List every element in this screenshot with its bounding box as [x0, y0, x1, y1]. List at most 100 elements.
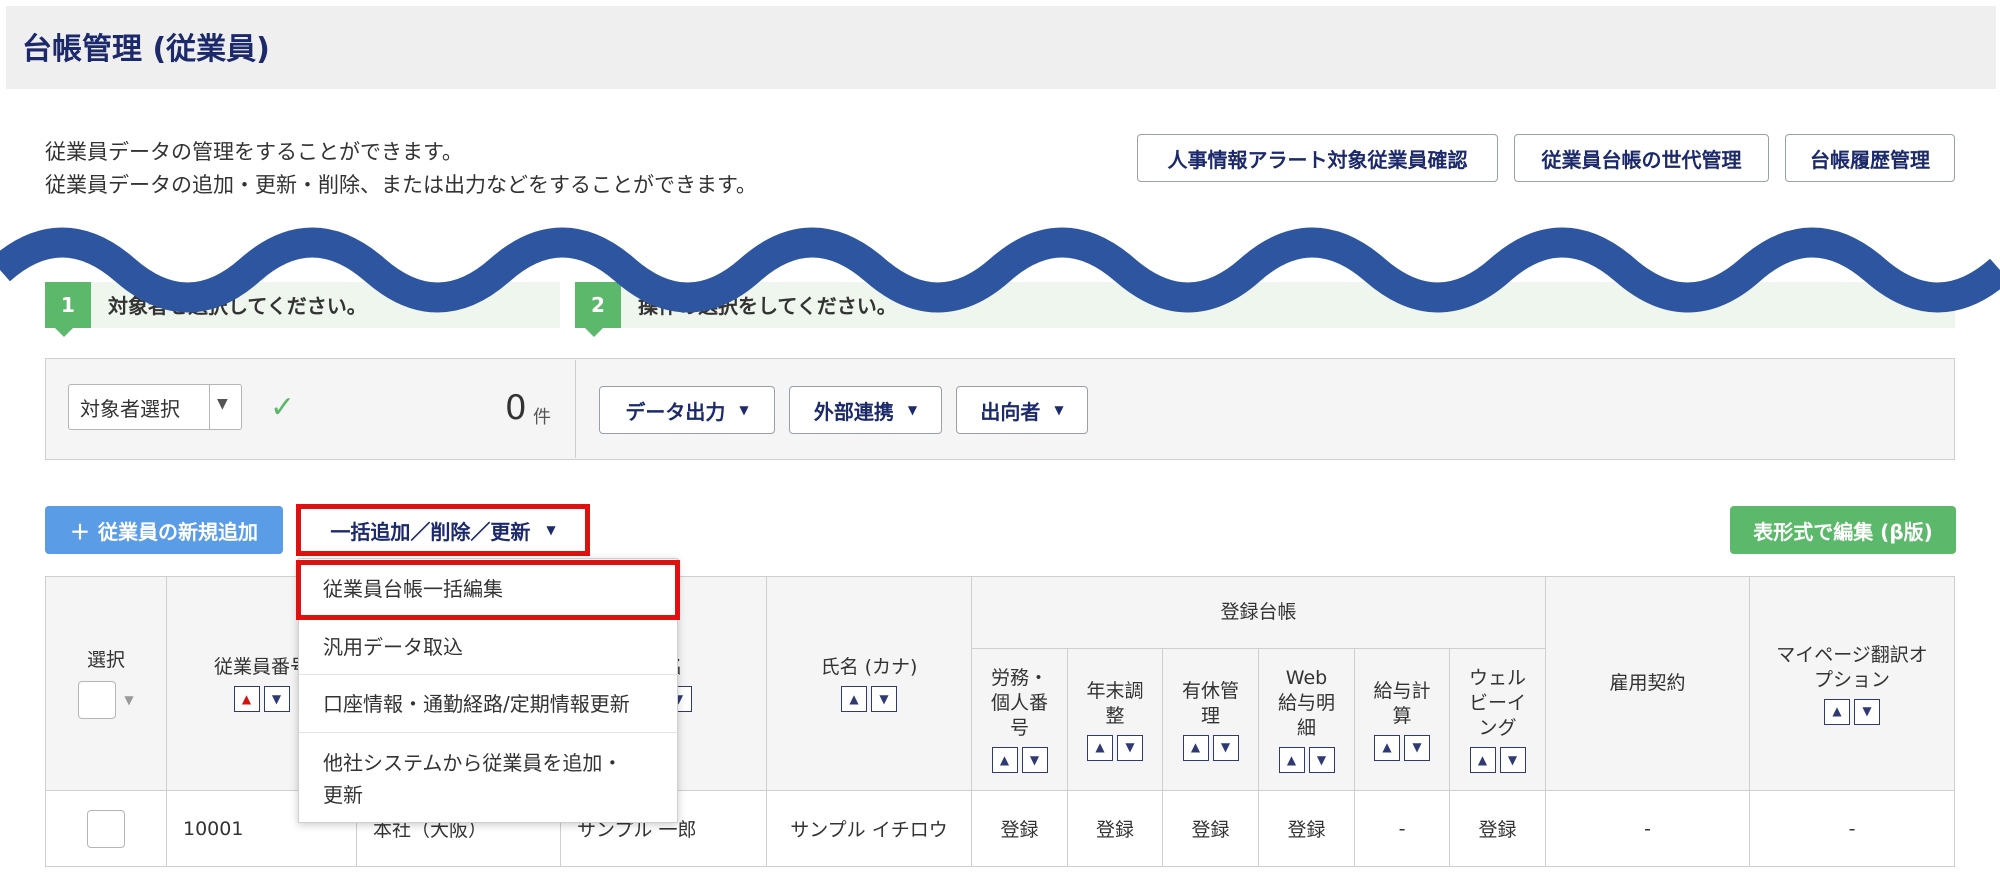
table-edit-button[interactable]: 表形式で編集 (β版) [1730, 506, 1956, 554]
header-mypage: マイページ翻訳オ プション ▲ ▼ [1750, 577, 1955, 791]
sort-asc-icon[interactable]: ▲ [1824, 698, 1850, 725]
ledger-history-button[interactable]: 台帳履歴管理 [1785, 134, 1955, 182]
header-bar [6, 6, 1996, 89]
header-well-line2: ビーイ [1468, 692, 1526, 714]
row-labor: 登録 [972, 791, 1068, 867]
row-checkbox[interactable] [87, 809, 125, 848]
header-web-line3: 細 [1296, 717, 1316, 739]
header-kana-label: 氏名 (カナ) [820, 656, 918, 678]
header-labor: 労務・ 個人番 号 ▲ ▼ [972, 649, 1068, 791]
row-year-end: 登録 [1068, 791, 1163, 867]
seconded-button[interactable]: 出向者 ▼ [956, 386, 1088, 434]
sort-asc-icon[interactable]: ▲ [841, 686, 867, 712]
sort-desc-icon[interactable]: ▼ [1854, 698, 1880, 725]
sort-asc-icon[interactable]: ▲ [1469, 747, 1496, 773]
row-contract: - [1546, 791, 1750, 867]
header-well-line3: ング [1478, 717, 1517, 739]
header-select: 選択 ▼ [45, 577, 167, 791]
header-paid-line1: 有休管 [1181, 679, 1239, 702]
row-kana: サンプル イチロウ [767, 791, 972, 867]
sort-desc-icon[interactable]: ▼ [1499, 747, 1526, 773]
header-pay-line1: 給与計 [1373, 679, 1431, 702]
header-paid-line2: 理 [1200, 704, 1220, 727]
check-icon: ✓ [270, 390, 296, 425]
external-link-button[interactable]: 外部連携 ▼ [789, 386, 942, 434]
table-row-select [45, 791, 167, 867]
sort-asc-icon[interactable]: ▲ [233, 686, 260, 712]
generation-management-button[interactable]: 従業員台帳の世代管理 [1514, 134, 1769, 182]
header-pay-line2: 算 [1392, 704, 1412, 727]
header-well-line1: ウェル [1468, 667, 1526, 689]
row-paid-leave: 登録 [1163, 791, 1259, 867]
dropdown-item-account-update[interactable]: 口座情報・通勤経路/定期情報更新 [299, 675, 679, 733]
header-kana: 氏名 (カナ) ▲ ▼ [767, 577, 972, 791]
dropdown-item-external-line2: 更新 [323, 783, 363, 807]
sort-asc-icon[interactable]: ▲ [991, 747, 1018, 773]
sort-asc-icon[interactable]: ▲ [1374, 734, 1400, 761]
caret-down-icon[interactable]: ▼ [124, 688, 133, 713]
sort-desc-icon[interactable]: ▼ [263, 686, 290, 712]
header-mypage-line2: プション [1813, 668, 1890, 691]
combo-separator [209, 384, 210, 430]
bulk-operation-button[interactable]: 一括追加／削除／更新 ▼ [296, 504, 590, 556]
sort-desc-icon[interactable]: ▼ [1021, 747, 1048, 773]
header-ledger-group: 登録台帳 [972, 577, 1546, 649]
header-select-label: 選択 [86, 649, 125, 671]
dropdown-item-generic-import[interactable]: 汎用データ取込 [299, 619, 679, 675]
page-title: 台帳管理 (従業員) [22, 32, 270, 67]
page-description: 従業員データの管理をすることができます。 従業員データの追加・更新・削除、または… [45, 136, 757, 202]
header-emp-no-label: 従業員番号 [213, 656, 309, 678]
header-year-line1: 年末調 [1086, 679, 1144, 702]
header-year-end: 年末調 整 ▲ ▼ [1068, 649, 1163, 791]
description-line-1: 従業員データの管理をすることができます。 [45, 140, 463, 164]
target-select-label: 対象者選択 [80, 397, 180, 421]
sort-desc-icon[interactable]: ▼ [871, 686, 897, 712]
panel-divider [575, 360, 576, 458]
data-output-button[interactable]: データ出力 ▼ [599, 386, 775, 434]
header-wellbeing: ウェル ビーイ ング ▲ ▼ [1450, 649, 1546, 791]
header-labor-line1: 労務・ [990, 667, 1048, 689]
header-web-payslip: Web 給与明 細 ▲ ▼ [1259, 649, 1355, 791]
add-employee-label: 従業員の新規追加 [98, 519, 258, 544]
sort-desc-icon[interactable]: ▼ [1212, 734, 1239, 761]
sort-asc-icon[interactable]: ▲ [1278, 747, 1305, 773]
wave-separator [0, 227, 2000, 313]
header-paid-leave: 有休管 理 ▲ ▼ [1163, 649, 1259, 791]
sort-asc-icon[interactable]: ▲ [1182, 734, 1209, 761]
header-ledger-group-label: 登録台帳 [1220, 601, 1297, 623]
caret-down-icon: ▼ [907, 403, 918, 417]
caret-down-icon: ▼ [546, 523, 556, 537]
alert-employees-button[interactable]: 人事情報アラート対象従業員確認 [1137, 134, 1498, 182]
plus-icon: ＋ [70, 519, 90, 544]
row-web-payslip: 登録 [1259, 791, 1355, 867]
sort-desc-icon[interactable]: ▼ [1117, 734, 1143, 761]
header-year-line2: 整 [1105, 704, 1125, 727]
header-payroll: 給与計 算 ▲ ▼ [1355, 649, 1450, 791]
caret-down-icon: ▼ [1054, 403, 1064, 417]
caret-down-icon: ▼ [739, 403, 749, 417]
row-mypage: - [1750, 791, 1955, 867]
external-link-label: 外部連携 [813, 399, 894, 424]
sort-desc-icon[interactable]: ▼ [1404, 734, 1430, 761]
dropdown-item-external-system[interactable]: 他社システムから従業員を追加・ 更新 [299, 733, 679, 823]
dropdown-highlight-frame [296, 560, 680, 620]
row-wellbeing: 登録 [1450, 791, 1546, 867]
header-contract-label: 雇用契約 [1609, 672, 1686, 694]
dropdown-item-external-line1: 他社システムから従業員を追加・ [323, 751, 623, 775]
selected-count: 0 [505, 388, 527, 428]
sort-desc-icon[interactable]: ▼ [1308, 747, 1335, 773]
header-web-line1: Web [1285, 667, 1328, 689]
header-mypage-line1: マイページ翻訳オ [1776, 643, 1928, 666]
header-contract: 雇用契約 [1546, 577, 1750, 791]
sort-asc-icon[interactable]: ▲ [1087, 734, 1113, 761]
row-payroll: - [1355, 791, 1450, 867]
header-web-line2: 給与明 [1277, 692, 1335, 714]
select-all-checkbox[interactable] [78, 681, 117, 719]
bulk-operation-label: 一括追加／削除／更新 [330, 519, 531, 544]
data-output-label: データ出力 [625, 399, 726, 424]
seconded-label: 出向者 [980, 399, 1041, 424]
add-employee-button[interactable]: ＋ 従業員の新規追加 [45, 506, 283, 554]
caret-down-icon[interactable]: ▼ [217, 396, 228, 412]
description-line-2: 従業員データの追加・更新・削除、または出力などをすることができます。 [45, 173, 757, 197]
header-labor-line2: 個人番 [990, 692, 1048, 714]
